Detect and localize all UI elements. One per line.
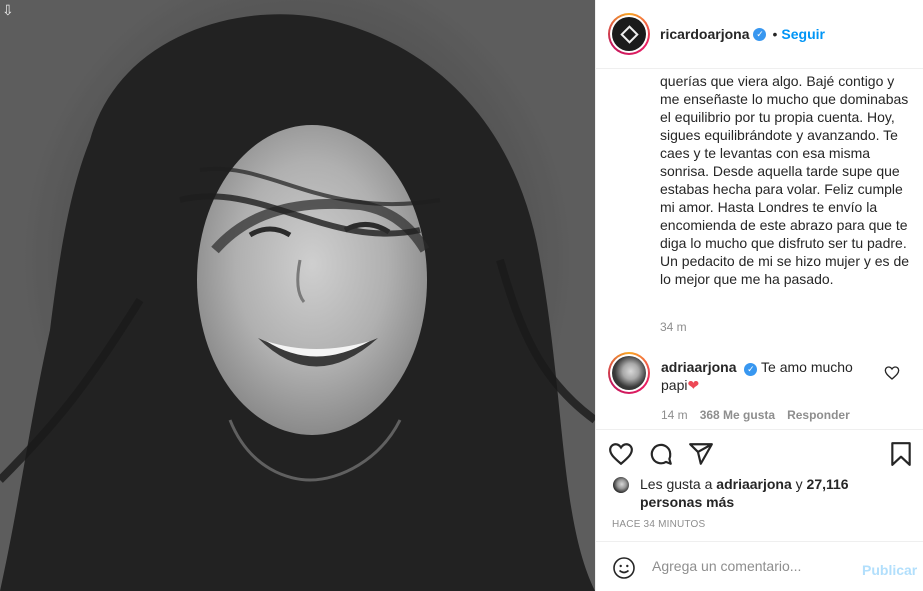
likes-summary: Les gusta a adriaarjona y 27,116 persona… xyxy=(612,475,912,511)
heart-icon[interactable] xyxy=(608,441,634,467)
post-photo[interactable]: ⇩ xyxy=(0,0,595,591)
author-avatar[interactable] xyxy=(608,13,650,55)
reply-button[interactable]: Responder xyxy=(787,408,850,422)
caption-time[interactable]: 34 m xyxy=(660,320,687,334)
commenter-username[interactable]: adriaarjona xyxy=(661,359,736,375)
post-caption: querías que viera algo. Bajé contigo y m… xyxy=(660,73,910,287)
liker-avatar[interactable] xyxy=(612,476,630,494)
verified-badge-icon: ✓ xyxy=(744,362,758,376)
separator-dot: • xyxy=(772,26,778,42)
comment-time[interactable]: 14 m xyxy=(661,408,688,422)
portrait-illustration xyxy=(0,0,595,591)
comment-bar: Publicar xyxy=(596,541,923,591)
comment-input[interactable] xyxy=(652,558,852,574)
likes-conjunction: y xyxy=(795,476,803,492)
heart-outline-icon[interactable] xyxy=(884,365,900,381)
commenter-avatar[interactable] xyxy=(608,352,650,394)
post-panel: ricardoarjona ✓ • Seguir querías que vie… xyxy=(595,0,923,591)
action-bar xyxy=(608,441,914,469)
red-heart-emoji: ❤ xyxy=(687,377,700,393)
comment-likes[interactable]: 368 Me gusta xyxy=(700,408,775,422)
comment-icon[interactable] xyxy=(648,441,674,467)
share-icon[interactable] xyxy=(688,441,714,467)
bookmark-icon[interactable] xyxy=(888,441,914,467)
follow-button[interactable]: Seguir xyxy=(781,26,825,42)
comment-text: adriaarjona ✓ Te amo mucho papi❤ xyxy=(661,358,881,394)
author-username[interactable]: ricardoarjona xyxy=(660,26,749,42)
likes-text: Les gusta a adriaarjona y 27,116 persona… xyxy=(612,475,912,511)
emoji-icon[interactable] xyxy=(612,556,636,580)
divider xyxy=(596,429,923,430)
publish-button[interactable]: Publicar xyxy=(862,562,917,578)
post-header: ricardoarjona ✓ • Seguir xyxy=(596,0,923,69)
download-arrow-icon: ⇩ xyxy=(2,2,14,18)
post-timestamp[interactable]: HACE 34 MINUTOS xyxy=(612,519,705,530)
likes-prefix: Les gusta a xyxy=(640,476,713,492)
liker-username[interactable]: adriaarjona xyxy=(716,476,791,492)
comment-meta: 14 m 368 Me gusta Responder xyxy=(661,408,850,422)
verified-badge-icon: ✓ xyxy=(753,27,767,41)
